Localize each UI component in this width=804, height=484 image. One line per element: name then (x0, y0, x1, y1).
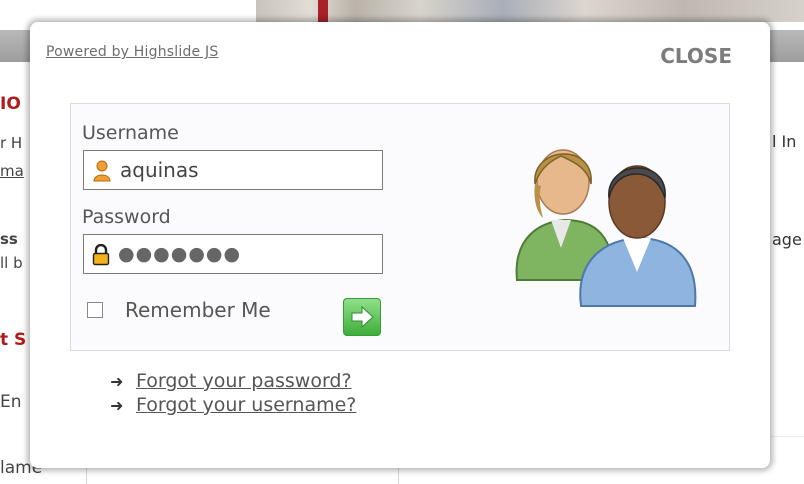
bg-heading-1: IO (0, 94, 21, 114)
bg-text-3: ll b (0, 254, 23, 272)
go-arrow-icon (351, 305, 374, 329)
forgot-password-link[interactable]: Forgot your password? (136, 370, 352, 392)
login-form: Username aquinas Password ●●●●●●● Rememb… (70, 103, 730, 351)
arrow-right-icon: ➜ (110, 396, 124, 415)
password-label: Password (82, 206, 171, 228)
password-value: ●●●●●●● (118, 243, 242, 265)
bg-heading-2: t S (0, 330, 27, 350)
username-field[interactable]: aquinas (83, 150, 383, 190)
forgot-username-link[interactable]: Forgot your username? (136, 394, 356, 416)
bg-text-4: En (0, 392, 22, 412)
arrow-right-icon: ➜ (110, 372, 124, 391)
bg-link-1[interactable]: ma (0, 162, 24, 180)
username-value: aquinas (120, 158, 199, 182)
bg-right-text-1: l In (772, 132, 797, 151)
remember-me-checkbox[interactable] (87, 302, 103, 318)
header-photo (256, 0, 804, 22)
username-label: Username (82, 122, 179, 144)
users-icon (499, 120, 709, 314)
bg-text-2: ss (0, 230, 18, 248)
bg-right-text-2: age (772, 230, 802, 249)
close-button[interactable]: CLOSE (660, 44, 732, 68)
login-dialog: Powered by Highslide JS CLOSE Username a… (30, 22, 770, 468)
header-photo-accent (318, 0, 328, 22)
login-submit-button[interactable] (343, 298, 381, 336)
user-icon (92, 160, 112, 186)
password-field[interactable]: ●●●●●●● (83, 234, 383, 274)
powered-by-link[interactable]: Powered by Highslide JS (46, 44, 218, 60)
bg-text-1: r H (0, 134, 23, 152)
remember-me-label[interactable]: Remember Me (125, 298, 271, 322)
lock-icon (92, 243, 110, 270)
